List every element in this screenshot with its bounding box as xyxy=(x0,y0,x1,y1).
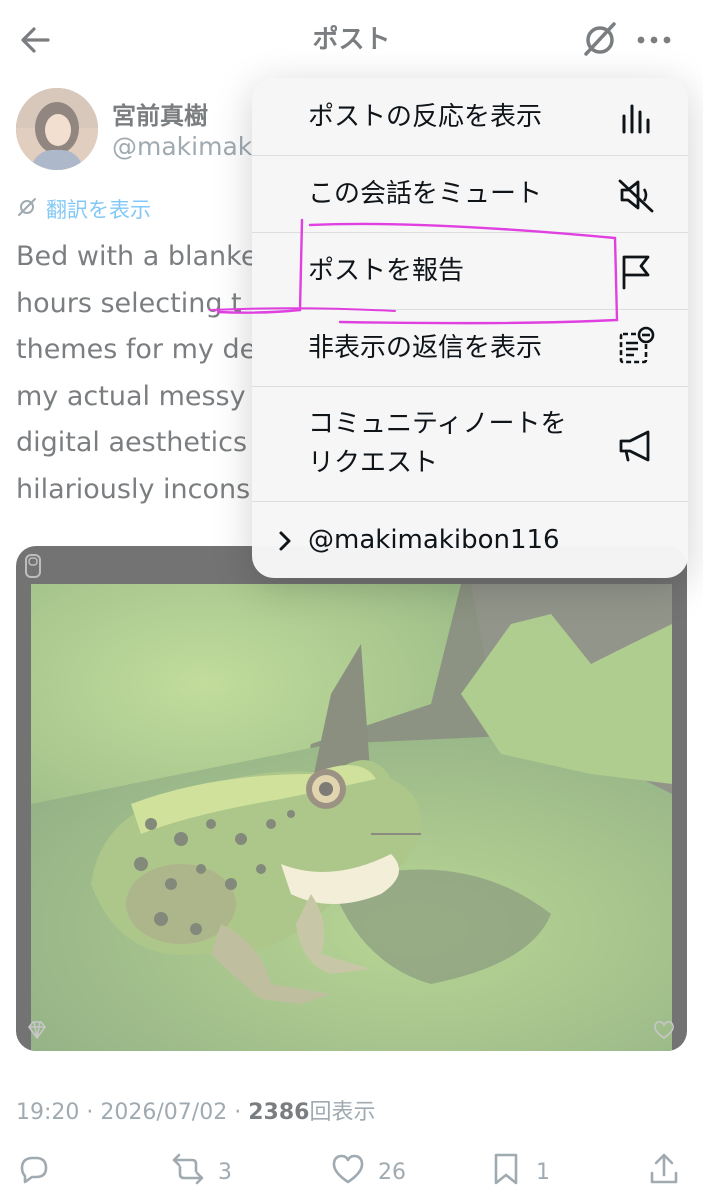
post-options-menu: ポストの反応を表示 この会話をミュート ポストを報告 非表示の返信を表示 コミュ… xyxy=(252,78,688,578)
menu-item-label: 非表示の返信を表示 xyxy=(308,333,543,363)
menu-item-label: @makimakibon116 xyxy=(308,525,560,555)
mute-icon xyxy=(616,175,656,215)
menu-item-report-post[interactable]: ポストを報告 xyxy=(252,232,688,310)
analytics-icon xyxy=(616,98,656,138)
menu-item-label: この会話をミュート xyxy=(308,179,543,209)
menu-item-label: ポストの反応を表示 xyxy=(308,102,543,132)
menu-item-label-line2: リクエスト xyxy=(308,448,439,478)
menu-item-label: ポストを報告 xyxy=(308,256,465,286)
megaphone-icon xyxy=(616,426,656,466)
menu-item-hidden-replies[interactable]: 非表示の返信を表示 xyxy=(252,309,688,387)
menu-item-request-community-note[interactable]: コミュニティノートを リクエスト xyxy=(252,386,688,502)
flag-icon xyxy=(616,252,656,292)
menu-item-mute-conversation[interactable]: この会話をミュート xyxy=(252,155,688,233)
chevron-right-icon xyxy=(274,521,298,561)
menu-item-label: コミュニティノートを xyxy=(308,409,567,439)
hidden-replies-icon xyxy=(616,325,656,365)
menu-item-account[interactable]: @makimakibon116 xyxy=(252,501,688,578)
menu-item-view-engagements[interactable]: ポストの反応を表示 xyxy=(252,78,688,156)
